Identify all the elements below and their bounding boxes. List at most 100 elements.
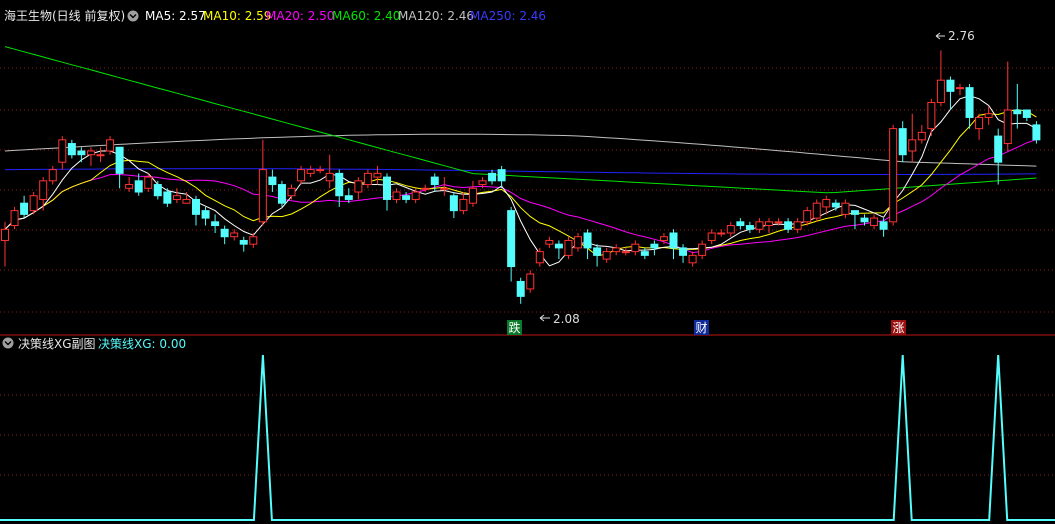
candle (516, 277, 525, 304)
candle (449, 192, 458, 219)
candle (936, 50, 945, 107)
candle (736, 218, 745, 230)
candle (125, 177, 134, 192)
candle (726, 221, 735, 237)
candle (554, 240, 563, 260)
candle (354, 177, 363, 200)
xg-value-label: 决策线XG: 0.00 (98, 337, 186, 351)
candle (564, 236, 573, 260)
candle (946, 76, 955, 110)
candle (956, 83, 964, 96)
candle (1032, 121, 1041, 144)
candle (20, 195, 29, 219)
svg-text:财: 财 (695, 321, 707, 335)
candle (29, 192, 38, 215)
candle (650, 240, 659, 256)
candle (602, 247, 611, 263)
candle (249, 233, 258, 248)
candle (526, 270, 535, 293)
sub-chart-title: 决策线XG副图 (18, 337, 96, 351)
candle (889, 124, 898, 226)
candle (10, 206, 19, 230)
ma10-line (4, 109, 1037, 257)
candle (39, 177, 48, 211)
high-marker: 2.76 (935, 29, 975, 43)
signal-rise-badge: 涨 (891, 320, 906, 335)
candle (669, 229, 678, 260)
candle (593, 244, 602, 267)
candle (287, 184, 296, 200)
ma20-label: MA20: 2.50 (266, 9, 334, 23)
candle (1003, 61, 1012, 151)
candle (908, 113, 917, 163)
candle (679, 244, 688, 263)
candle (220, 225, 229, 245)
low-price-label: 2.08 (553, 312, 580, 326)
candle (745, 221, 754, 233)
ma10-label: MA10: 2.59 (203, 9, 271, 23)
low-marker: 2.08 (539, 312, 580, 326)
candle (48, 165, 57, 185)
svg-text:跌: 跌 (508, 320, 520, 335)
candle (268, 169, 277, 192)
ma250-line (5, 168, 1037, 175)
candle (201, 206, 210, 226)
candle (927, 98, 936, 137)
candle (803, 206, 812, 226)
candle (707, 229, 716, 245)
candle (306, 165, 315, 178)
candle (1013, 83, 1022, 129)
candle (698, 240, 707, 260)
candle (258, 139, 267, 226)
candle (497, 165, 506, 189)
candle (870, 214, 879, 230)
candle (239, 236, 248, 252)
candle (755, 218, 764, 233)
xg-signal-line (0, 354, 1055, 521)
chevron-down-icon[interactable] (2, 337, 14, 349)
candle (383, 173, 391, 211)
high-price-label: 2.76 (948, 29, 975, 43)
candle (373, 165, 382, 185)
candle (765, 218, 773, 233)
candle (975, 113, 984, 140)
candle (812, 199, 821, 222)
candle (488, 169, 497, 185)
candle (363, 169, 372, 189)
candle (172, 188, 181, 204)
candle (574, 233, 582, 252)
candle (77, 147, 86, 163)
candle (717, 229, 726, 237)
candle (277, 180, 286, 207)
candle (898, 121, 907, 163)
candle (230, 229, 239, 241)
candle (994, 128, 1003, 185)
candle (793, 218, 802, 233)
ma250-label: MA250: 2.46 (470, 9, 546, 23)
candle (831, 199, 840, 211)
candle (115, 146, 124, 189)
candle (459, 192, 468, 215)
ma5-line (4, 95, 1037, 267)
candle (621, 247, 630, 256)
candle (440, 177, 449, 196)
chevron-down-icon[interactable] (127, 10, 139, 22)
candle (325, 154, 334, 189)
signal-fall-badge: 跌 (507, 320, 522, 335)
moving-average-lines (4, 46, 1037, 267)
candle (58, 136, 67, 170)
candle (688, 251, 697, 267)
candle (192, 195, 200, 226)
candle (841, 199, 850, 219)
candle (1022, 109, 1031, 122)
signal-wealth-badge: 财 (694, 320, 709, 335)
ma5-label: MA5: 2.57 (145, 9, 206, 23)
candle (850, 210, 859, 230)
xg-path (0, 354, 1055, 521)
candle (153, 180, 162, 200)
candle (468, 180, 477, 207)
stock-title: 海王生物(日线 前复权) (4, 8, 125, 23)
candle (430, 173, 439, 192)
candle (545, 236, 554, 248)
candle (612, 244, 621, 256)
